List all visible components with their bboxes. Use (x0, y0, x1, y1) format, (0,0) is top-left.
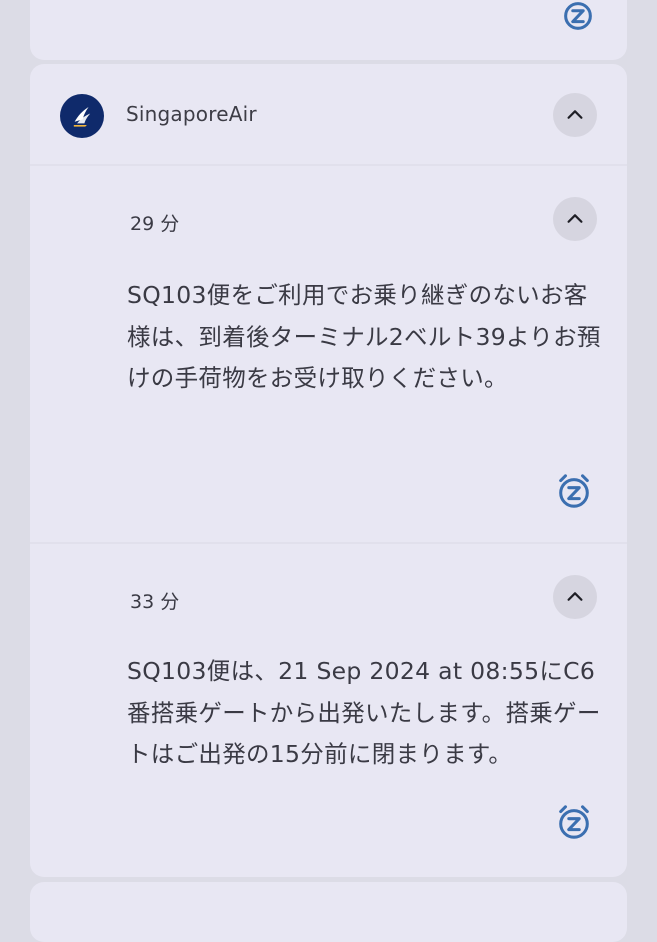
chevron-up-icon (567, 214, 583, 223)
app-name: SingaporeAir (126, 102, 257, 126)
notification-time: 33 分 (130, 591, 180, 613)
notification-body: SQ103便は、21 Sep 2024 at 08:55にC6番搭乗ゲートから出… (127, 657, 601, 768)
chevron-up-icon (567, 592, 583, 601)
snooze-icon[interactable] (554, 802, 594, 842)
notification-group-card: SingaporeAir 29 分 SQ103便をご利用でお乗り継ぎのないお客様… (30, 64, 627, 877)
collapse-notification-button[interactable] (553, 197, 597, 241)
snooze-icon[interactable] (554, 471, 594, 511)
collapse-notification-button[interactable] (553, 575, 597, 619)
previous-notification-card (30, 0, 627, 60)
notification-group-header[interactable]: SingaporeAir (30, 64, 627, 164)
notification-body: SQ103便をご利用でお乗り継ぎのないお客様は、到着後ターミナル2ベルト39より… (127, 281, 601, 392)
notification-item[interactable]: 33 分 SQ103便は、21 Sep 2024 at 08:55にC6番搭乗ゲ… (30, 544, 627, 877)
next-notification-card (30, 882, 627, 942)
notification-time: 29 分 (130, 213, 180, 235)
snooze-icon[interactable] (558, 0, 598, 35)
collapse-group-button[interactable] (553, 93, 597, 137)
chevron-up-icon (567, 110, 583, 119)
singapore-airlines-logo-icon (60, 94, 104, 138)
notification-item[interactable]: 29 分 SQ103便をご利用でお乗り継ぎのないお客様は、到着後ターミナル2ベル… (30, 166, 627, 542)
